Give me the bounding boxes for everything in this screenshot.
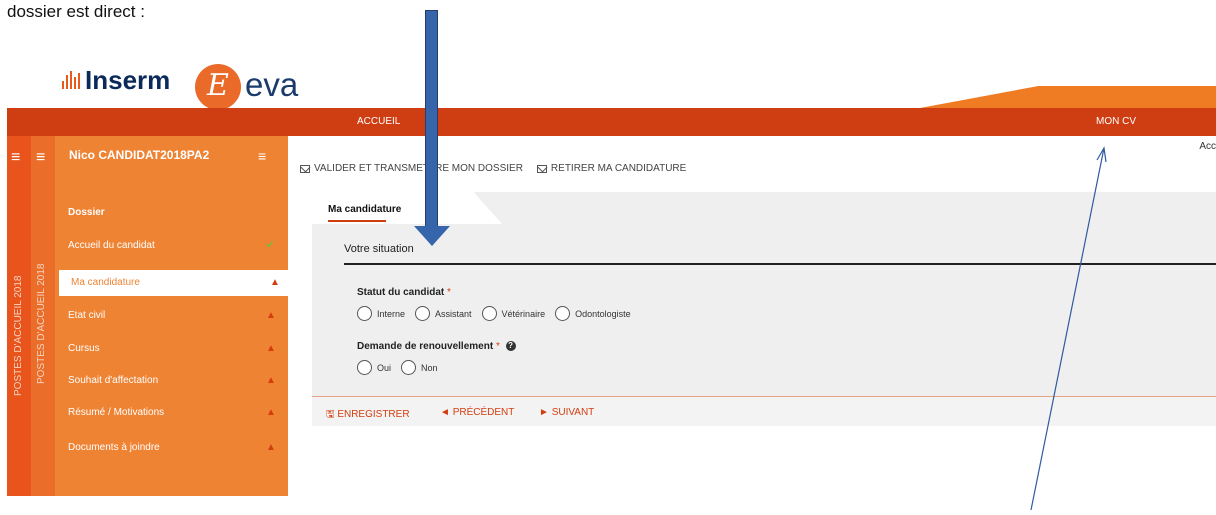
pointer-line — [1030, 147, 1105, 511]
annotation-pointer-arrow — [1030, 146, 1107, 511]
